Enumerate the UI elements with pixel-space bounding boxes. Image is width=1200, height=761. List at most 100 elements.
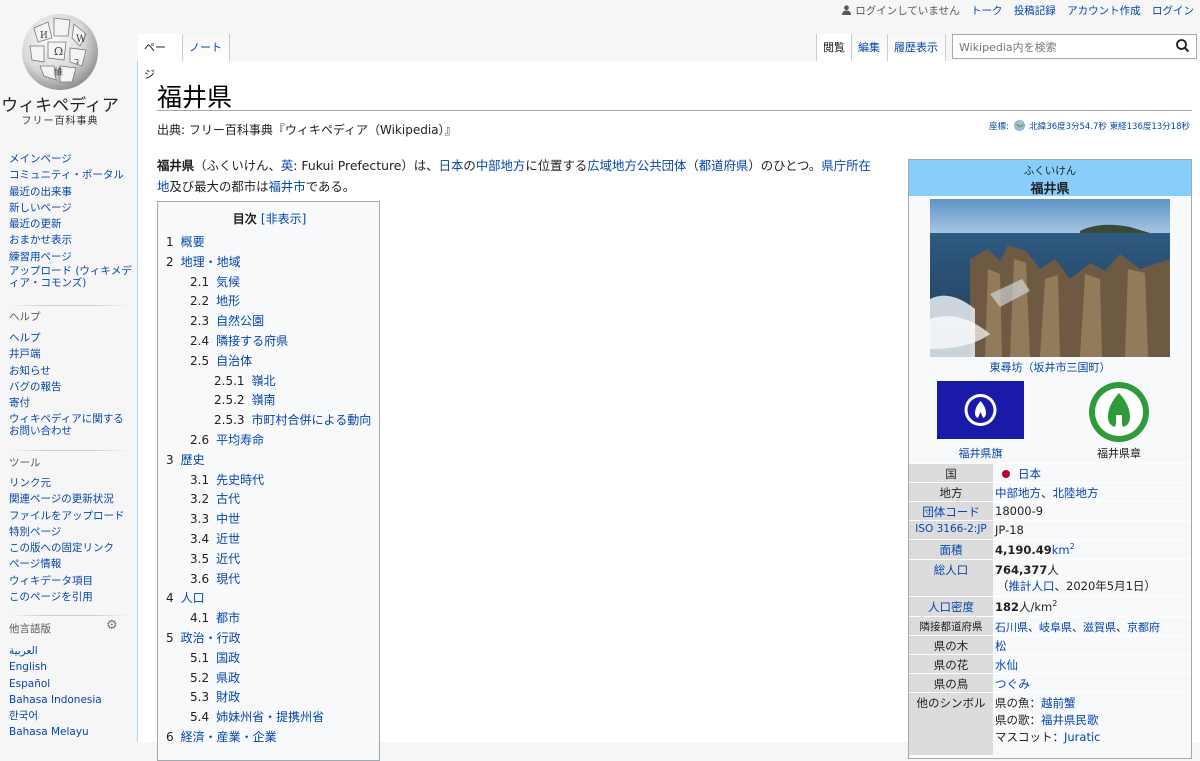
toc-item[interactable]: 2.4 隣接する府県 xyxy=(190,332,288,349)
sidebar-item-random[interactable]: おまかせ表示 xyxy=(9,232,134,248)
coordinates-label[interactable]: 座標: xyxy=(989,122,1009,132)
tab-edit[interactable]: 編集 xyxy=(852,34,888,61)
toc-item[interactable]: 1 概要 xyxy=(166,233,205,250)
create-account-link[interactable]: アカウント作成 xyxy=(1067,5,1141,17)
toc-item[interactable]: 2.5.1 嶺北 xyxy=(214,372,276,389)
toc-item-link[interactable]: 自治体 xyxy=(216,354,252,368)
toc-item[interactable]: 2.1 気候 xyxy=(190,273,240,290)
row-label-link[interactable]: 人口密度 xyxy=(909,597,993,617)
toc-item[interactable]: 3.4 近世 xyxy=(190,530,240,547)
country-link[interactable]: 日本 xyxy=(1018,467,1041,481)
prefecture-link[interactable]: 都道府県 xyxy=(699,158,749,173)
regional-government-link[interactable]: 広域地方公共団体 xyxy=(587,158,686,173)
toc-item-link[interactable]: 国政 xyxy=(216,651,240,665)
estimated-population-link[interactable]: 推計人口 xyxy=(1009,579,1055,593)
lang-link-english[interactable]: English xyxy=(9,659,134,675)
toc-item[interactable]: 2.6 平均寿命 xyxy=(190,431,264,448)
toc-item[interactable]: 5.2 県政 xyxy=(190,669,240,686)
lang-link-arabic[interactable]: العربية xyxy=(9,643,134,659)
search-input[interactable]: Wikipedia内を検索 xyxy=(952,34,1197,59)
toc-item[interactable]: 4 人口 xyxy=(166,589,205,606)
toc-item-link[interactable]: 地形 xyxy=(216,294,240,308)
sidebar-item-current-events[interactable]: 最近の出来事 xyxy=(9,184,134,200)
toc-item-link[interactable]: 嶺南 xyxy=(252,393,276,407)
toc-item[interactable]: 3.3 中世 xyxy=(190,510,240,527)
login-link[interactable]: ログイン xyxy=(1152,5,1194,17)
toc-item-link[interactable]: 財政 xyxy=(216,690,240,704)
sidebar-item-related-changes[interactable]: 関連ページの更新状況 xyxy=(9,491,134,507)
toc-item-link[interactable]: 中世 xyxy=(216,512,240,526)
toc-item-link[interactable]: 人口 xyxy=(181,591,205,605)
sidebar-item-wikidata[interactable]: ウィキデータ項目 xyxy=(9,573,134,589)
song-link[interactable]: 福井県民歌 xyxy=(1041,713,1099,727)
lang-link-indonesian[interactable]: Bahasa Indonesia xyxy=(9,692,134,708)
km-link[interactable]: km xyxy=(1052,543,1070,557)
toc-item-link[interactable]: 隣接する府県 xyxy=(216,334,288,348)
sidebar-item-notices[interactable]: お知らせ xyxy=(9,363,134,379)
toc-item-link[interactable]: 古代 xyxy=(216,492,240,506)
sidebar-item-donate[interactable]: 寄付 xyxy=(9,395,134,411)
search-icon[interactable] xyxy=(1174,37,1192,55)
sidebar-item-village-pump[interactable]: 井戸端 xyxy=(9,346,134,362)
flower-link[interactable]: 水仙 xyxy=(995,655,1189,673)
sidebar-item-help[interactable]: ヘルプ xyxy=(9,330,134,346)
fukui-city-link[interactable]: 福井市 xyxy=(269,179,306,194)
toc-item-link[interactable]: 都市 xyxy=(216,611,240,625)
toc-item-link[interactable]: 歴史 xyxy=(181,453,205,467)
sidebar-item-bug-report[interactable]: バグの報告 xyxy=(9,379,134,395)
toc-item-link[interactable]: 概要 xyxy=(181,235,205,249)
sidebar-item-page-info[interactable]: ページ情報 xyxy=(9,556,134,572)
row-label-link[interactable]: ISO 3166-2:JP xyxy=(909,521,993,540)
toc-item[interactable]: 2 地理・地域 xyxy=(166,253,241,270)
sidebar-item-cite[interactable]: このページを引用 xyxy=(9,589,134,605)
sidebar-item-recent-changes[interactable]: 最近の更新 xyxy=(9,216,134,232)
prefecture-flag[interactable] xyxy=(937,381,1024,439)
capital-link[interactable]: 県庁所在 xyxy=(821,158,871,173)
sidebar-item-contact[interactable]: ウィキペディアに関するお問い合わせ xyxy=(9,413,134,437)
sidebar-item-special-pages[interactable]: 特別ページ xyxy=(9,524,134,540)
toc-item[interactable]: 5.4 姉妹州省・提携州省 xyxy=(190,708,324,725)
hokuriku-region-link[interactable]: 北陸地方 xyxy=(1053,486,1099,500)
toc-item-link[interactable]: 現代 xyxy=(216,572,240,586)
japan-link[interactable]: 日本 xyxy=(439,158,464,173)
toc-item[interactable]: 2.2 地形 xyxy=(190,292,240,309)
bird-link[interactable]: つぐみ xyxy=(995,674,1189,692)
shiga-link[interactable]: 滋賀県 xyxy=(1083,621,1116,634)
toc-item-link[interactable]: 県政 xyxy=(216,671,240,685)
sidebar-item-permanent-link[interactable]: この版への固定リンク xyxy=(9,540,134,556)
coordinates[interactable]: 座標: 北緯36度3分54.7秒 東経136度13分18秒 xyxy=(989,118,1190,132)
photo-caption[interactable]: 東尋坊（坂井市三国町） xyxy=(909,359,1191,375)
sidebar-item-sandbox[interactable]: 練習用ページ xyxy=(9,249,134,265)
toc-toggle[interactable]: [非表示] xyxy=(261,212,306,226)
toc-item[interactable]: 6 経済・産業・企業 xyxy=(166,728,277,745)
lang-link-korean[interactable]: 한국어 xyxy=(9,708,134,724)
sidebar-item-new-pages[interactable]: 新しいページ xyxy=(9,200,134,216)
gifu-link[interactable]: 岐阜県 xyxy=(1039,621,1072,634)
lang-link-malay[interactable]: Bahasa Melayu xyxy=(9,724,134,740)
contributions-link[interactable]: 投稿記録 xyxy=(1014,5,1056,17)
fish-link[interactable]: 越前蟹 xyxy=(1041,696,1076,710)
toc-item-link[interactable]: 先史時代 xyxy=(216,473,264,487)
row-label-link[interactable]: 団体コード xyxy=(909,502,993,521)
flag-caption[interactable]: 福井県旗 xyxy=(937,445,1024,461)
tojinbo-photo[interactable] xyxy=(930,199,1170,357)
talk-link[interactable]: トーク xyxy=(971,5,1003,17)
toc-item[interactable]: 2.3 自然公園 xyxy=(190,312,264,329)
tab-page[interactable]: ページ xyxy=(138,34,183,81)
prefecture-seal[interactable] xyxy=(1088,381,1150,443)
toc-item[interactable]: 3.5 近代 xyxy=(190,550,240,567)
capital-link[interactable]: 地 xyxy=(157,179,169,194)
sidebar-item-upload[interactable]: アップロード (ウィキメディア・コモンズ) xyxy=(9,265,134,289)
chubu-region-link[interactable]: 中部地方 xyxy=(995,486,1041,500)
sidebar-item-what-links-here[interactable]: リンク元 xyxy=(9,475,134,491)
toc-item[interactable]: 2.5.3 市町村合併による動向 xyxy=(214,411,371,428)
toc-item[interactable]: 3.2 古代 xyxy=(190,490,240,507)
toc-item-link[interactable]: 嶺北 xyxy=(252,374,276,388)
tab-read[interactable]: 閲覧 xyxy=(816,34,852,61)
toc-item[interactable]: 5.1 国政 xyxy=(190,649,240,666)
toc-item[interactable]: 2.5 自治体 xyxy=(190,352,252,369)
english-link[interactable]: 英 xyxy=(281,158,293,173)
toc-item-link[interactable]: 近世 xyxy=(216,532,240,546)
sidebar-item-main-page[interactable]: メインページ xyxy=(9,151,134,167)
ishikawa-link[interactable]: 石川県 xyxy=(995,621,1028,634)
